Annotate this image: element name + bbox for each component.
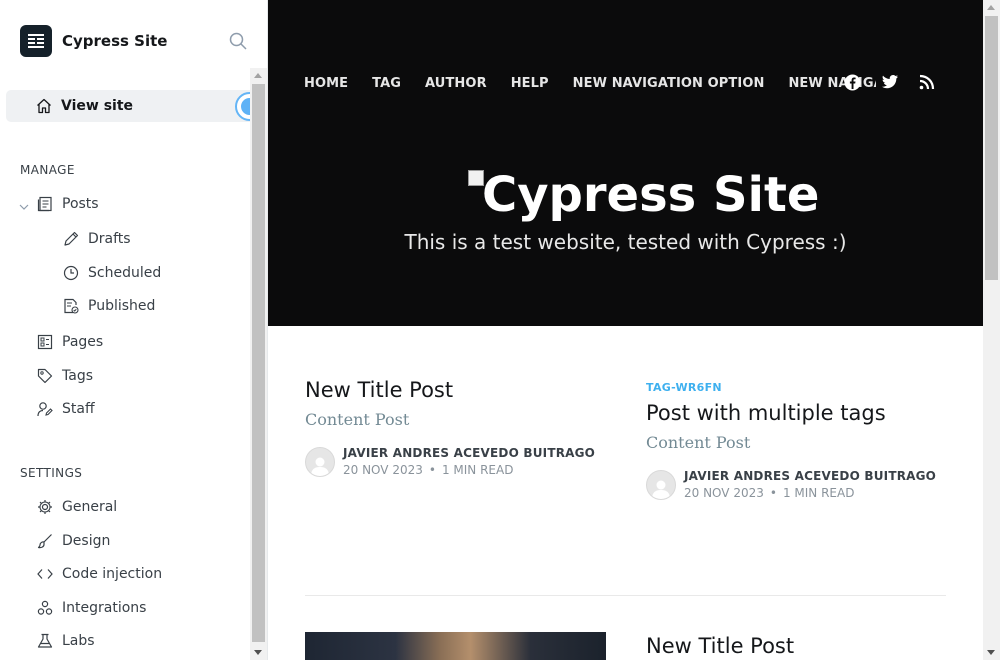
- author-name[interactable]: JAVIER ANDRES ACEVEDO BUITRAGO: [684, 469, 936, 483]
- view-site-link[interactable]: View site: [6, 90, 262, 122]
- sidebar-item-published[interactable]: Published: [62, 294, 155, 318]
- nav-link-home[interactable]: HOME: [304, 76, 348, 91]
- sidebar-item-code-injection[interactable]: Code injection: [36, 562, 162, 586]
- search-icon[interactable]: [226, 29, 250, 53]
- settings-section-title: SETTINGS: [20, 466, 83, 480]
- nav-link-new-navigation-truncated[interactable]: NEW NAVIGATI: [788, 76, 876, 91]
- post-title[interactable]: New Title Post: [646, 632, 946, 660]
- sidebar-item-label: Labs: [62, 633, 95, 649]
- author-name[interactable]: JAVIER ANDRES ACEVEDO BUITRAGO: [343, 446, 595, 460]
- tag-icon: [36, 367, 54, 385]
- scroll-up-icon[interactable]: [987, 5, 995, 10]
- sidebar-item-general[interactable]: General: [36, 495, 117, 519]
- sidebar-item-design[interactable]: Design: [36, 529, 110, 553]
- sidebar-item-label: Tags: [62, 368, 93, 384]
- sidebar-item-tags[interactable]: Tags: [36, 364, 93, 388]
- sidebar-item-scheduled[interactable]: Scheduled: [62, 261, 161, 285]
- post-title[interactable]: New Title Post: [305, 376, 605, 404]
- published-icon: [62, 297, 80, 315]
- sidebar-item-integrations[interactable]: Integrations: [36, 596, 146, 620]
- home-icon: [36, 98, 52, 118]
- clock-icon: [62, 264, 80, 282]
- scroll-down-icon[interactable]: [254, 650, 262, 655]
- read-time: 1 MIN READ: [782, 486, 855, 500]
- sidebar-item-pages[interactable]: Pages: [36, 330, 103, 354]
- sidebar-item-label: Pages: [62, 334, 104, 350]
- site-description: This is a test website, tested with Cypr…: [404, 230, 847, 254]
- pages-icon: [36, 333, 54, 351]
- scroll-up-icon[interactable]: [254, 73, 262, 78]
- avatar[interactable]: [646, 469, 676, 500]
- site-navigation: HOME TAG AUTHOR HELP NEW NAVIGATION OPTI…: [304, 74, 900, 92]
- section-divider: [305, 595, 946, 596]
- sidebar-item-label: Posts: [62, 196, 99, 212]
- post-tag[interactable]: TAG-WR6FN: [646, 381, 946, 394]
- sidebar-item-label: Code injection: [62, 566, 163, 582]
- sidebar-item-label: Staff: [62, 401, 95, 417]
- site-logo-icon: [20, 25, 52, 57]
- sidebar-item-labs[interactable]: Labs: [36, 629, 95, 653]
- sidebar-item-drafts[interactable]: Drafts: [62, 227, 131, 251]
- brand[interactable]: Cypress Site: [20, 25, 167, 57]
- post-date: 20 NOV 2023: [343, 463, 423, 477]
- sidebar-item-label: Design: [62, 533, 111, 549]
- flask-icon: [36, 632, 54, 650]
- site-title-text: Cypress Site: [482, 168, 820, 222]
- sidebar-item-label: Integrations: [62, 600, 147, 616]
- nav-link-help[interactable]: HELP: [511, 76, 549, 91]
- sidebar-item-label: Published: [88, 298, 156, 314]
- site-title[interactable]: Cypress Site: [468, 168, 819, 222]
- code-icon: [36, 565, 54, 583]
- sidebar-item-label: General: [62, 499, 118, 515]
- pencil-icon: [62, 230, 80, 248]
- scrollbar-thumb[interactable]: [252, 84, 265, 642]
- brush-icon: [36, 532, 54, 550]
- facebook-icon[interactable]: [844, 74, 861, 91]
- post-feature-image[interactable]: [305, 632, 606, 660]
- sidebar-scrollbar[interactable]: [250, 68, 267, 660]
- staff-icon: [36, 400, 54, 418]
- post-date-readtime: 20 NOV 2023 • 1 MIN READ: [343, 463, 514, 477]
- nav-link-author[interactable]: AUTHOR: [425, 76, 487, 91]
- scrollbar-thumb[interactable]: [985, 16, 998, 280]
- view-site-label: View site: [61, 98, 134, 114]
- post-card[interactable]: New Title Post Content Post JAVIER ANDRE…: [305, 376, 605, 477]
- integrations-icon: [36, 599, 54, 617]
- page-scrollbar[interactable]: [983, 0, 1000, 660]
- post-excerpt: Content Post: [305, 410, 410, 429]
- sidebar-item-posts[interactable]: Posts: [36, 192, 99, 216]
- brand-name: Cypress Site: [62, 32, 168, 50]
- admin-sidebar: Cypress Site View site MANAGE Posts Draf…: [0, 0, 268, 660]
- rss-icon[interactable]: [919, 74, 935, 90]
- post-meta: JAVIER ANDRES ACEVEDO BUITRAGO 20 NOV 20…: [305, 446, 605, 477]
- gear-icon: [36, 498, 54, 516]
- manage-section-title: MANAGE: [20, 163, 75, 177]
- post-date: 20 NOV 2023: [684, 486, 764, 500]
- sidebar-item-staff[interactable]: Staff: [36, 397, 95, 421]
- nav-link-new-navigation-option[interactable]: NEW NAVIGATION OPTION: [573, 76, 765, 91]
- sidebar-item-label: Scheduled: [88, 265, 162, 281]
- post-date-readtime: 20 NOV 2023 • 1 MIN READ: [684, 486, 855, 500]
- post-card[interactable]: TAG-WR6FN Post with multiple tags Conten…: [646, 381, 946, 500]
- twitter-icon[interactable]: [881, 74, 899, 90]
- post-title[interactable]: Post with multiple tags: [646, 399, 946, 427]
- site-header: HOME TAG AUTHOR HELP NEW NAVIGATION OPTI…: [268, 0, 983, 326]
- post-excerpt: Content Post: [646, 433, 751, 452]
- posts-icon: [36, 195, 54, 213]
- scroll-down-icon[interactable]: [987, 650, 995, 655]
- post-meta: JAVIER ANDRES ACEVEDO BUITRAGO 20 NOV 20…: [646, 469, 946, 500]
- nav-link-tag[interactable]: TAG: [372, 76, 401, 91]
- sidebar-item-label: Drafts: [88, 231, 131, 247]
- avatar[interactable]: [305, 446, 335, 477]
- post-card[interactable]: New Title Post: [646, 632, 946, 660]
- chevron-down-icon[interactable]: [18, 198, 30, 217]
- site-preview: HOME TAG AUTHOR HELP NEW NAVIGATION OPTI…: [268, 0, 983, 660]
- read-time: 1 MIN READ: [441, 463, 514, 477]
